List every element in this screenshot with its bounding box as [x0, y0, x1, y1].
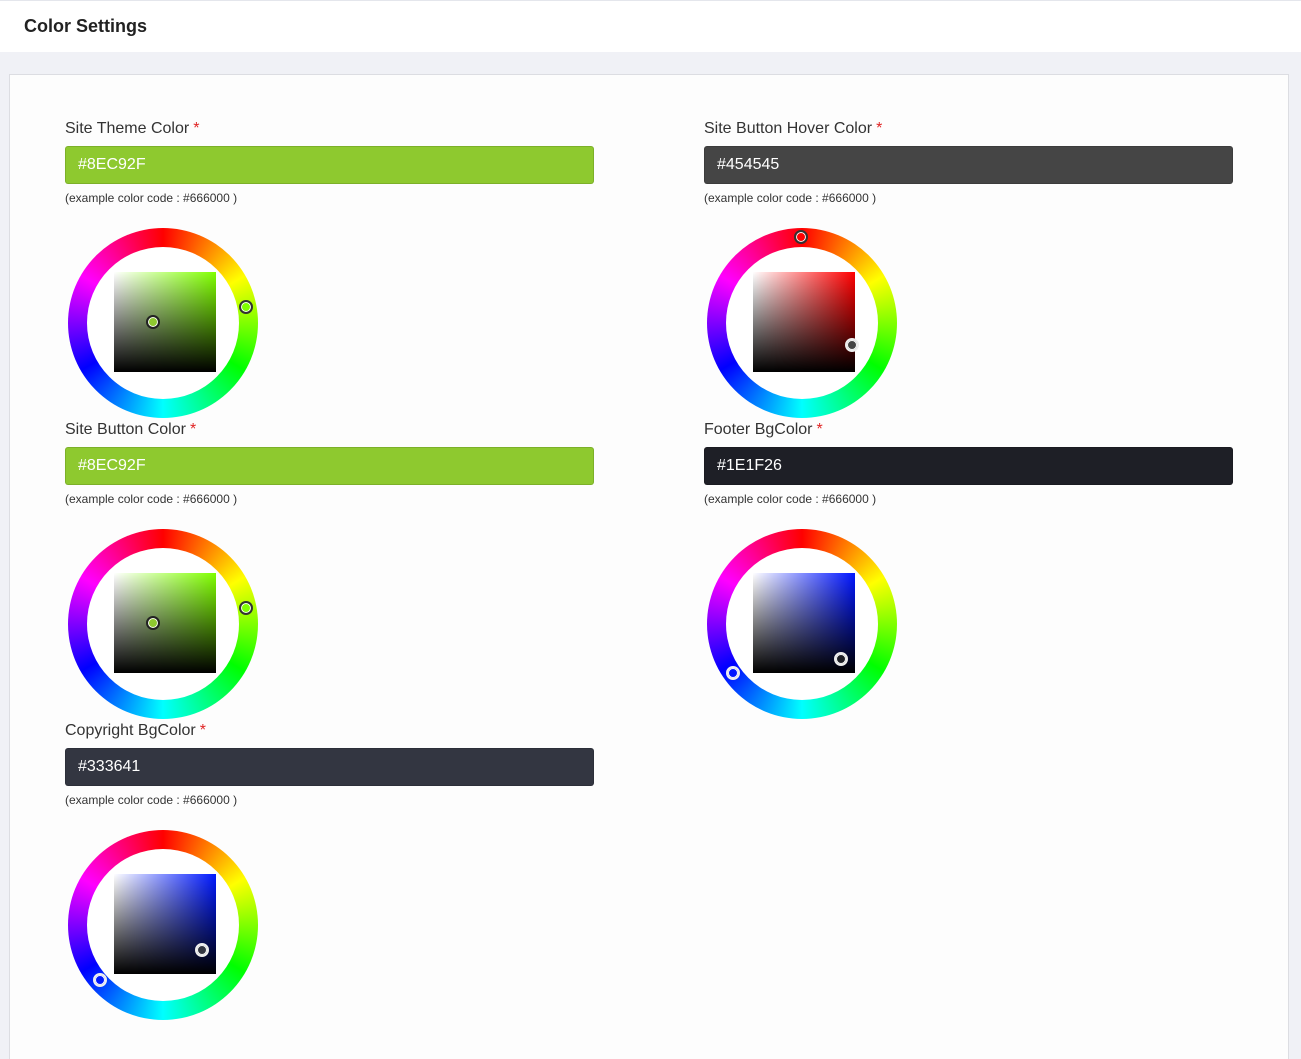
- field-label: Footer BgColor *: [704, 420, 1234, 440]
- field-label: Site Button Hover Color *: [704, 119, 1234, 139]
- hue-wheel[interactable]: [68, 529, 258, 719]
- required-marker: *: [199, 722, 206, 739]
- label-text: Site Button Hover Color: [704, 120, 873, 137]
- color-settings-card: Site Theme Color* (example color code : …: [9, 74, 1289, 1059]
- footer-bgcolor-input[interactable]: [704, 447, 1233, 485]
- page-header: Color Settings: [0, 0, 1301, 52]
- sv-marker[interactable]: [195, 943, 209, 957]
- sv-black-gradient: [114, 573, 216, 673]
- hue-marker[interactable]: [794, 230, 808, 244]
- sv-black-gradient: [114, 272, 216, 372]
- site-theme-color-input[interactable]: [65, 146, 594, 184]
- saturation-value-square[interactable]: [114, 874, 216, 974]
- hue-wheel[interactable]: [707, 529, 897, 719]
- sv-marker[interactable]: [845, 338, 859, 352]
- label-text: Footer BgColor: [704, 421, 813, 438]
- example-hint: (example color code : #666000 ): [65, 492, 238, 506]
- hue-wheel[interactable]: [707, 228, 897, 418]
- page-title: Color Settings: [24, 16, 148, 36]
- required-marker: *: [876, 120, 883, 137]
- saturation-value-square[interactable]: [753, 573, 855, 673]
- required-marker: *: [189, 421, 197, 438]
- saturation-value-square[interactable]: [114, 272, 216, 372]
- saturation-value-square[interactable]: [114, 573, 216, 673]
- site-button-hover-color-input[interactable]: [704, 146, 1233, 184]
- label-text: Site Theme Color: [65, 120, 190, 137]
- sv-marker[interactable]: [834, 652, 848, 666]
- site-theme-color-field: Site Theme Color* (example color code : …: [65, 119, 595, 418]
- sv-black-gradient: [753, 272, 855, 372]
- copyright-bgcolor-input[interactable]: [65, 748, 594, 786]
- hue-marker[interactable]: [93, 973, 107, 987]
- site-button-hover-color-field: Site Button Hover Color* (example color …: [704, 119, 1234, 418]
- hue-wheel[interactable]: [68, 830, 258, 1020]
- hue-marker[interactable]: [726, 666, 740, 680]
- footer-bgcolor-field: Footer BgColor* (example color code : #6…: [704, 420, 1234, 719]
- copyright-bgcolor-field: Copyright BgColor* (example color code :…: [65, 721, 595, 1020]
- field-label: Site Button Color *: [65, 420, 595, 440]
- hue-marker[interactable]: [239, 601, 253, 615]
- saturation-value-square[interactable]: [753, 272, 859, 372]
- sv-marker[interactable]: [146, 616, 160, 630]
- example-hint: (example color code : #666000 ): [704, 191, 877, 205]
- hue-wheel[interactable]: [68, 228, 258, 418]
- required-marker: *: [816, 421, 823, 438]
- field-label: Copyright BgColor *: [65, 721, 595, 741]
- example-hint: (example color code : #666000 ): [704, 492, 877, 506]
- example-hint: (example color code : #666000 ): [65, 793, 238, 807]
- sv-marker[interactable]: [146, 315, 160, 329]
- sv-black-gradient: [114, 874, 216, 974]
- label-text: Copyright BgColor: [65, 722, 196, 739]
- site-button-color-input[interactable]: [65, 447, 594, 485]
- field-label: Site Theme Color *: [65, 119, 595, 139]
- site-button-color-field: Site Button Color* (example color code :…: [65, 420, 595, 719]
- hue-marker[interactable]: [239, 300, 253, 314]
- required-marker: *: [193, 120, 200, 137]
- example-hint: (example color code : #666000 ): [65, 191, 238, 205]
- label-text: Site Button Color: [65, 421, 186, 438]
